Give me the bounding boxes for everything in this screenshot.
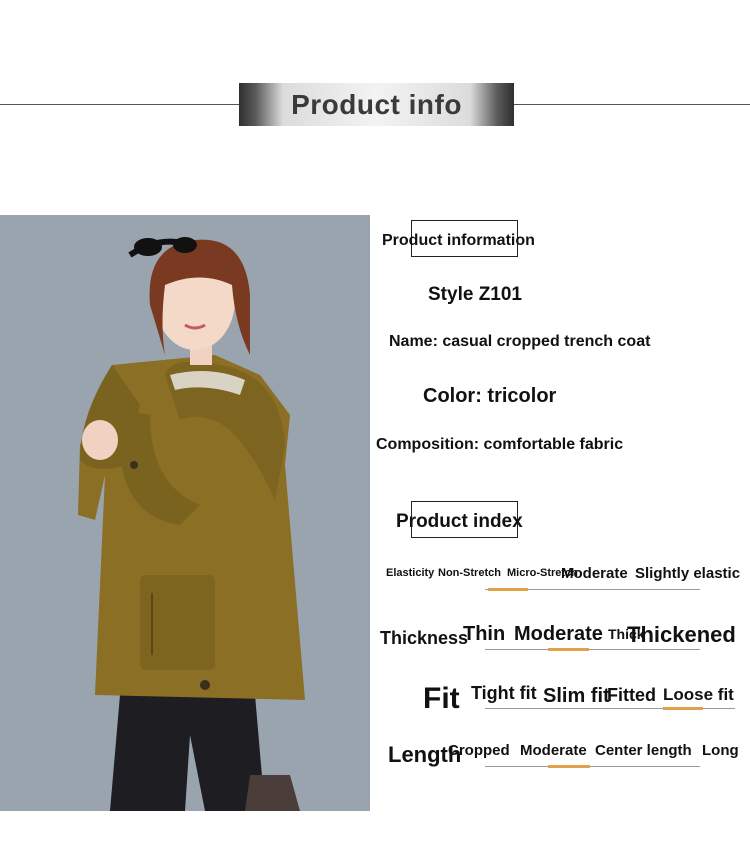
elasticity-option: Slightly elastic (635, 565, 741, 582)
product-name: Name: casual cropped trench coat (389, 333, 651, 350)
style-code: Style Z101 (428, 284, 522, 305)
elasticity-option: Non-Stretch (438, 567, 501, 579)
length-scale-marker (548, 765, 590, 768)
length-option: Long (702, 742, 739, 759)
fit-option: Slim fit (543, 685, 610, 707)
product-photo (0, 215, 370, 811)
product-index-title: Product index (396, 511, 523, 532)
length-option: Moderate (520, 742, 587, 759)
thickness-option: Moderate (514, 623, 603, 645)
model-wearing-coat-illustration (0, 215, 370, 811)
fit-label: Fit (423, 682, 460, 715)
thickness-label: Thickness (380, 628, 469, 648)
product-color: Color: tricolor (423, 385, 557, 407)
length-option: Cropped (448, 742, 510, 759)
product-composition: Composition: comfortable fabric (376, 436, 624, 453)
header-divider-left (0, 104, 239, 105)
fit-option: Tight fit (471, 683, 537, 703)
thickness-scale-marker (548, 648, 589, 651)
thickness-option: Thickened (627, 622, 736, 647)
page-title: Product info (291, 88, 462, 120)
elasticity-option: Moderate (561, 565, 628, 582)
length-scale-track (485, 766, 700, 767)
length-option: Center length (595, 742, 692, 759)
fit-option: Loose fit (663, 685, 734, 704)
fit-option: Fitted (607, 685, 656, 705)
header-divider-right (514, 104, 750, 105)
product-information-title: Product information (382, 232, 535, 249)
fit-scale-marker (663, 707, 703, 710)
thickness-scale-track (485, 649, 700, 650)
thickness-option: Thin (463, 623, 506, 645)
header-title-banner: Product info (239, 83, 514, 126)
elasticity-scale-marker (488, 588, 528, 591)
elasticity-label: Elasticity (386, 567, 435, 579)
